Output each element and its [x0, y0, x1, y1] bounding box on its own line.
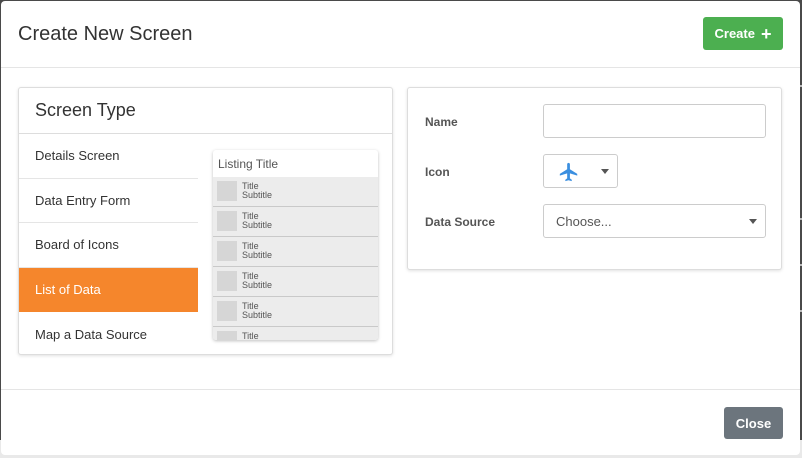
- screen-type-data-entry[interactable]: Data Entry Form: [19, 179, 198, 224]
- preview-thumbnail: [217, 301, 237, 321]
- modal-footer: Close: [1, 389, 800, 455]
- modal-body: Screen Type Details Screen Data Entry Fo…: [1, 69, 800, 389]
- preview-row-title: Title: [242, 331, 259, 340]
- preview-row: Title Subtitle: [213, 297, 378, 327]
- screen-type-label: Details Screen: [35, 148, 120, 164]
- screen-type-label: Board of Icons: [35, 237, 119, 253]
- create-button[interactable]: Create +: [703, 17, 783, 50]
- preview-thumbnail: [217, 181, 237, 201]
- create-screen-modal: Create New Screen Create + Screen Type D…: [1, 1, 800, 455]
- plus-icon: +: [760, 23, 772, 44]
- preview-row-subtitle: Subtitle: [242, 250, 273, 260]
- screen-type-map-data-source[interactable]: Map a Data Source: [19, 312, 198, 357]
- screen-type-label: Data Entry Form: [35, 192, 131, 208]
- chevron-down-icon: [749, 219, 757, 224]
- preview-row-subtitle: Subtitle: [242, 220, 273, 230]
- screen-type-title: Screen Type: [19, 88, 392, 134]
- screen-type-label: List of Data: [35, 282, 101, 298]
- data-source-label: Data Source: [425, 215, 496, 229]
- preview-thumbnail: [217, 211, 237, 231]
- preview-row-subtitle: Subtitle: [242, 280, 273, 290]
- screen-details-card: Name Icon Data Source Choose...: [407, 87, 782, 270]
- preview-row-subtitle: Subtitle: [242, 310, 273, 320]
- preview-row: Title Subtitle: [213, 207, 378, 237]
- icon-select[interactable]: [543, 154, 618, 188]
- screen-type-board-of-icons[interactable]: Board of Icons: [19, 223, 198, 268]
- name-label: Name: [425, 115, 458, 129]
- chevron-down-icon: [601, 169, 609, 174]
- close-button[interactable]: Close: [724, 407, 783, 439]
- preview-row: Title Subtitle: [213, 177, 378, 207]
- preview-row: Title: [213, 327, 378, 340]
- screen-type-card: Screen Type Details Screen Data Entry Fo…: [18, 87, 393, 355]
- screen-type-details[interactable]: Details Screen: [19, 134, 198, 179]
- preview-thumbnail: [217, 241, 237, 261]
- data-source-value: Choose...: [556, 214, 612, 229]
- preview-title: Listing Title: [218, 157, 279, 171]
- modal-header: Create New Screen Create +: [1, 1, 800, 68]
- airplane-icon: [559, 162, 578, 182]
- preview-row-subtitle: Subtitle: [242, 190, 273, 200]
- screen-type-label: Map a Data Source: [35, 327, 148, 343]
- modal-title: Create New Screen: [18, 23, 193, 45]
- preview-thumbnail: [217, 331, 237, 340]
- preview-row: Title Subtitle: [213, 267, 378, 297]
- list-preview: Listing Title Title Subtitle Title Subti…: [213, 150, 378, 340]
- preview-thumbnail: [217, 271, 237, 291]
- create-button-label: Create: [714, 26, 755, 41]
- icon-label: Icon: [425, 165, 450, 179]
- screen-type-list: Details Screen Data Entry Form Board of …: [19, 134, 198, 357]
- name-input[interactable]: [543, 104, 766, 138]
- preview-row: Title Subtitle: [213, 237, 378, 267]
- data-source-select[interactable]: Choose...: [543, 204, 766, 238]
- screen-type-list-of-data[interactable]: List of Data: [19, 267, 198, 313]
